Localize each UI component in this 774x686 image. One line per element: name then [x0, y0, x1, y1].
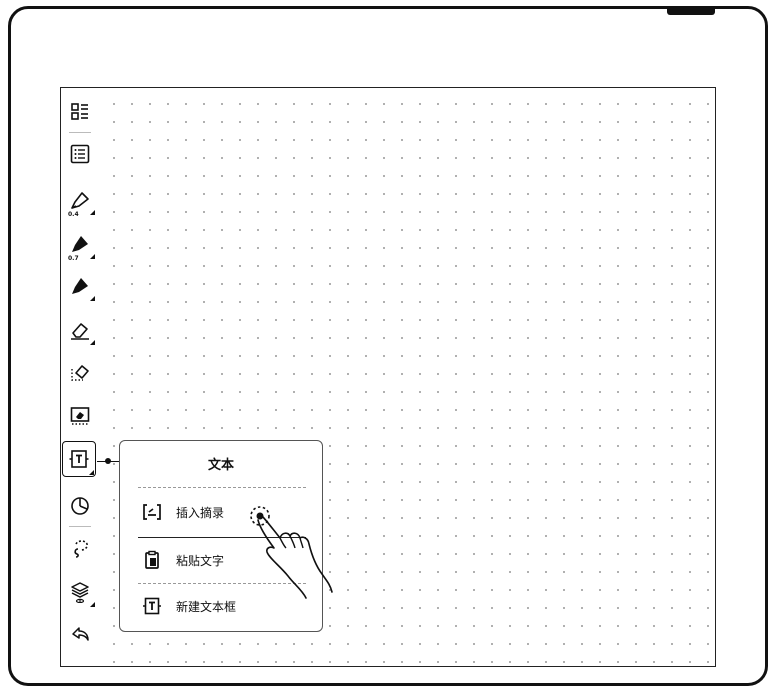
list-tool[interactable]	[64, 138, 96, 170]
popup-title: 文本	[207, 457, 234, 473]
pen-size-label: 0.4	[68, 211, 79, 218]
lasso-eraser-icon	[71, 365, 89, 381]
menu-item-label: 粘贴文字	[176, 553, 225, 568]
menu-item-label: 新建文本框	[176, 599, 237, 614]
undo-tool[interactable]	[64, 618, 96, 650]
insert-excerpt-icon	[142, 502, 162, 522]
text-box-icon	[69, 450, 89, 468]
pointing-hand-icon	[250, 506, 333, 599]
dropdown-corner-icon[interactable]	[90, 254, 95, 259]
popup-divider	[138, 487, 306, 488]
area-eraser-icon	[70, 407, 90, 425]
dropdown-corner-icon[interactable]	[90, 210, 95, 215]
layers-icon	[71, 582, 89, 603]
pen-outline-icon	[71, 192, 89, 209]
note-canvas[interactable]: 0.4 0.7 文本 插入摘录 粘贴文字 新建文本框	[60, 87, 716, 667]
marker-icon	[72, 278, 88, 294]
lasso-icon	[74, 540, 88, 558]
pen-size-label: 0.7	[68, 255, 79, 262]
layers-tool[interactable]	[64, 576, 96, 608]
text-tool[interactable]	[62, 441, 96, 477]
new-textbox-icon	[142, 596, 162, 616]
toolbar-separator	[69, 132, 91, 133]
pen-tool-filled[interactable]: 0.7	[64, 228, 96, 262]
toc-tool[interactable]	[64, 96, 96, 128]
dropdown-corner-icon[interactable]	[90, 602, 95, 607]
marker-tool[interactable]	[64, 270, 96, 302]
paste-text-icon	[142, 550, 162, 570]
area-eraser-tool[interactable]	[64, 400, 96, 432]
power-button[interactable]	[667, 9, 715, 15]
lasso-tool[interactable]	[64, 532, 96, 564]
menu-item-label: 插入摘录	[176, 505, 225, 520]
shape-tool[interactable]	[64, 490, 96, 522]
table-of-contents-icon	[71, 103, 88, 120]
list-icon	[70, 144, 90, 164]
dropdown-corner-icon[interactable]	[90, 296, 95, 301]
pie-shape-icon	[71, 497, 89, 515]
pen-filled-icon	[72, 236, 88, 252]
dropdown-corner-icon[interactable]	[90, 340, 95, 345]
popup-connector-dot	[105, 458, 111, 464]
pen-tool-outline[interactable]: 0.4	[64, 184, 96, 218]
lasso-eraser-tool[interactable]	[64, 356, 96, 388]
eraser-tool[interactable]	[64, 314, 96, 346]
dropdown-corner-icon[interactable]	[89, 470, 94, 475]
side-toolbar: 0.4 0.7	[61, 88, 99, 666]
eraser-icon	[71, 323, 89, 340]
toolbar-separator	[69, 526, 91, 527]
undo-icon	[72, 627, 89, 641]
